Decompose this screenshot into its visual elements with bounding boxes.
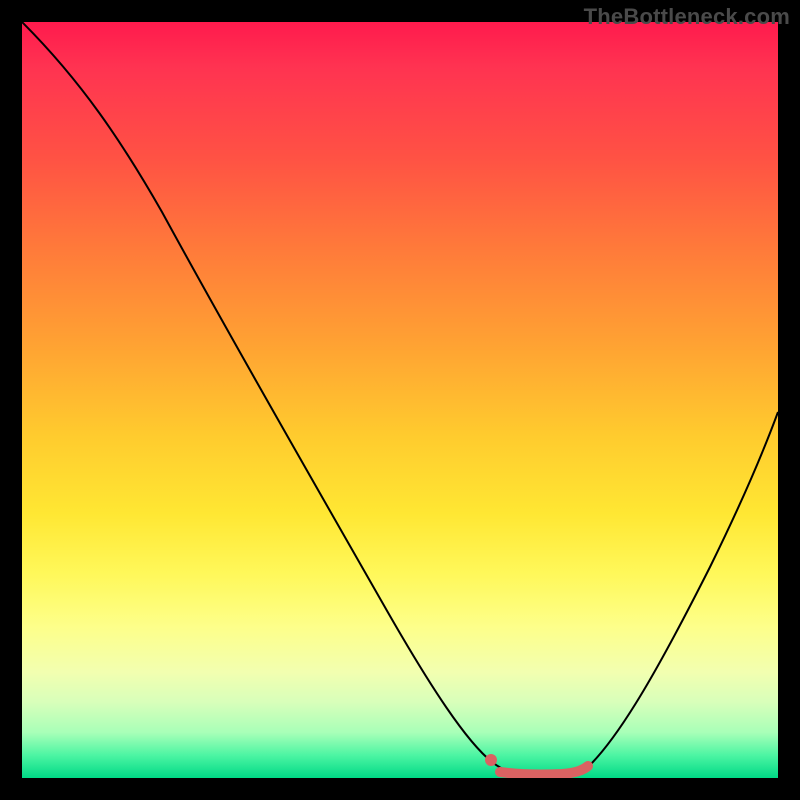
optimal-range-highlight: [500, 766, 588, 775]
curve-layer: [22, 22, 778, 778]
watermark-text: TheBottleneck.com: [584, 4, 790, 30]
chart-frame: TheBottleneck.com: [0, 0, 800, 800]
optimal-start-dot: [485, 754, 497, 766]
bottleneck-curve: [22, 22, 778, 775]
plot-area: [22, 22, 778, 778]
